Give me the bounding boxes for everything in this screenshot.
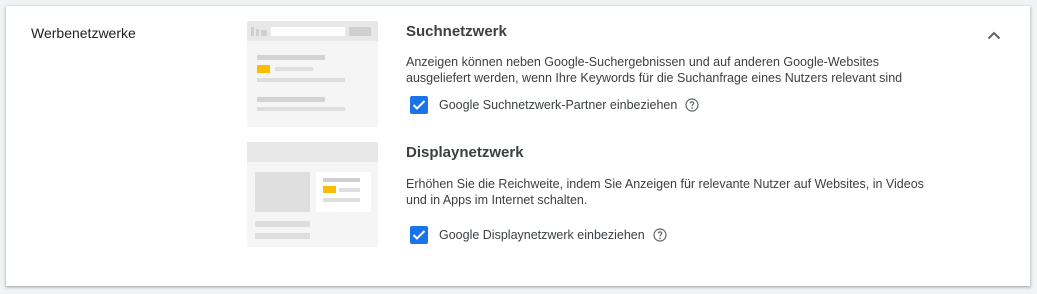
search-network-illustration (247, 21, 378, 127)
search-partners-checkbox-row[interactable]: Google Suchnetzwerk-Partner einbeziehen (410, 96, 699, 114)
collapse-button[interactable] (982, 23, 1006, 47)
search-network-description-line: Anzeigen können neben Google-Suchergebni… (406, 55, 880, 69)
display-network-checkbox-row[interactable]: Google Displaynetzwerk einbeziehen (410, 226, 667, 244)
chevron-up-icon (987, 31, 1001, 39)
search-network-title: Suchnetzwerk (406, 23, 507, 40)
display-network-description: Erhöhen Sie die Reichweite, indem Sie An… (406, 176, 946, 208)
display-network-checkbox[interactable] (410, 226, 428, 244)
search-network-description-line: ausgeliefert werden, wenn Ihre Keywords … (406, 71, 903, 85)
display-network-label[interactable]: Google Displaynetzwerk einbeziehen (439, 228, 645, 242)
display-network-illustration (247, 142, 378, 247)
help-icon[interactable] (653, 228, 667, 242)
display-network-description-line: und in Apps im Internet schalten. (406, 193, 588, 207)
search-partners-checkbox[interactable] (410, 96, 428, 114)
display-network-description-line: Erhöhen Sie die Reichweite, indem Sie An… (406, 177, 924, 191)
check-icon (412, 230, 426, 240)
display-network-title: Displaynetzwerk (406, 144, 524, 161)
check-icon (412, 100, 426, 110)
search-partners-label[interactable]: Google Suchnetzwerk-Partner einbeziehen (439, 98, 677, 112)
help-icon[interactable] (685, 98, 699, 112)
search-bar-icon (349, 27, 371, 36)
search-network-description: Anzeigen können neben Google-Suchergebni… (406, 54, 946, 86)
section-title: Werbenetzwerke (31, 25, 136, 41)
networks-card: Werbenetzwerke Suchnetzwerk Anzeigen kön… (6, 6, 1030, 286)
